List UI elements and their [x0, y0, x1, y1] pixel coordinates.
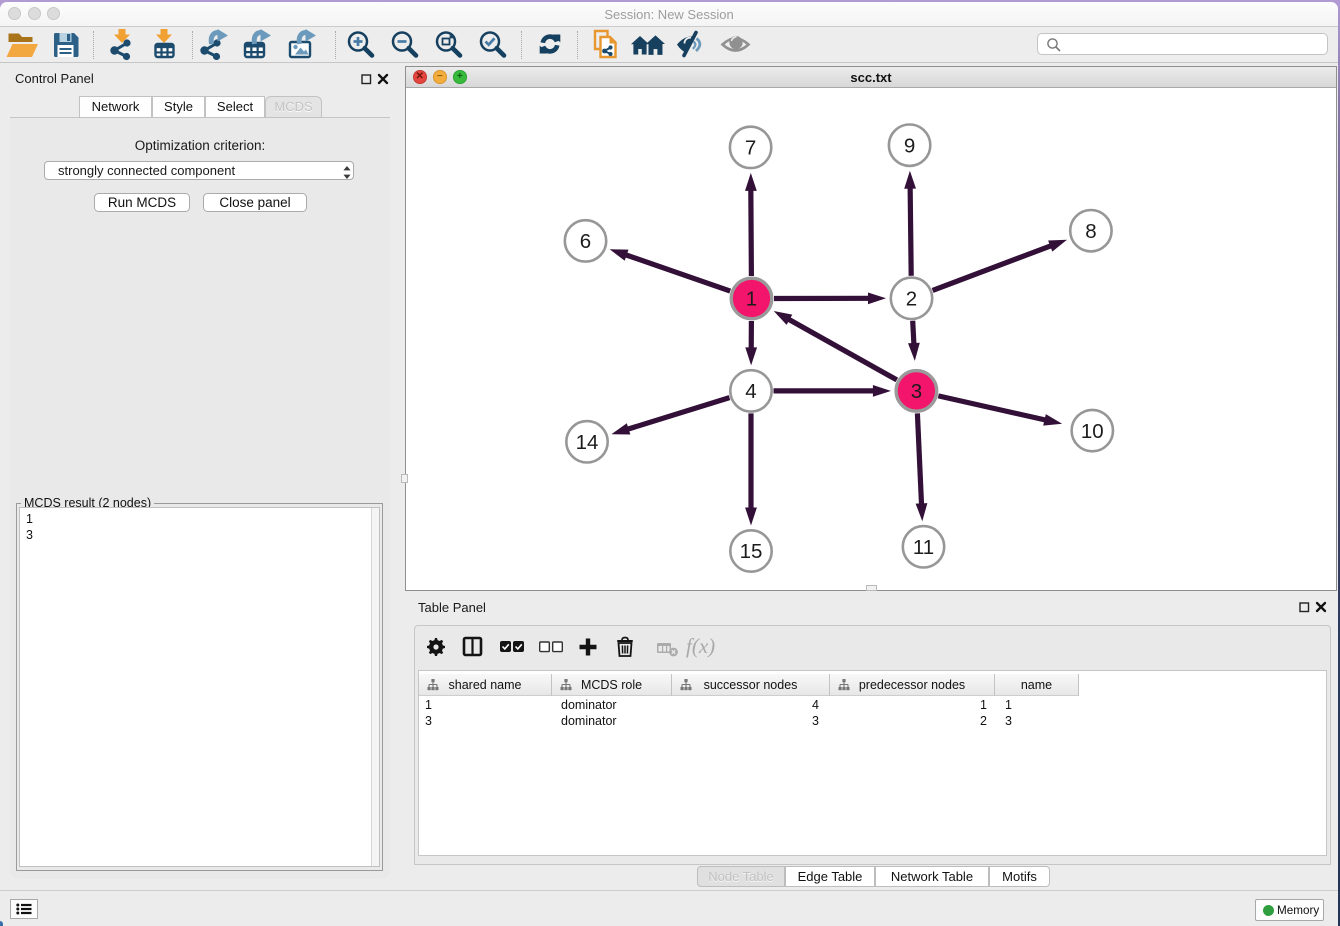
svg-text:11: 11	[913, 536, 934, 559]
svg-text:8: 8	[1085, 220, 1096, 243]
svg-text:15: 15	[740, 540, 763, 563]
svg-text:14: 14	[576, 431, 599, 454]
svg-text:10: 10	[1081, 420, 1104, 443]
svg-text:9: 9	[904, 134, 915, 157]
svg-text:3: 3	[911, 380, 922, 403]
svg-text:1: 1	[746, 288, 757, 311]
svg-text:7: 7	[745, 137, 756, 160]
svg-text:4: 4	[745, 380, 756, 403]
svg-text:6: 6	[580, 230, 591, 253]
svg-text:2: 2	[906, 288, 917, 311]
